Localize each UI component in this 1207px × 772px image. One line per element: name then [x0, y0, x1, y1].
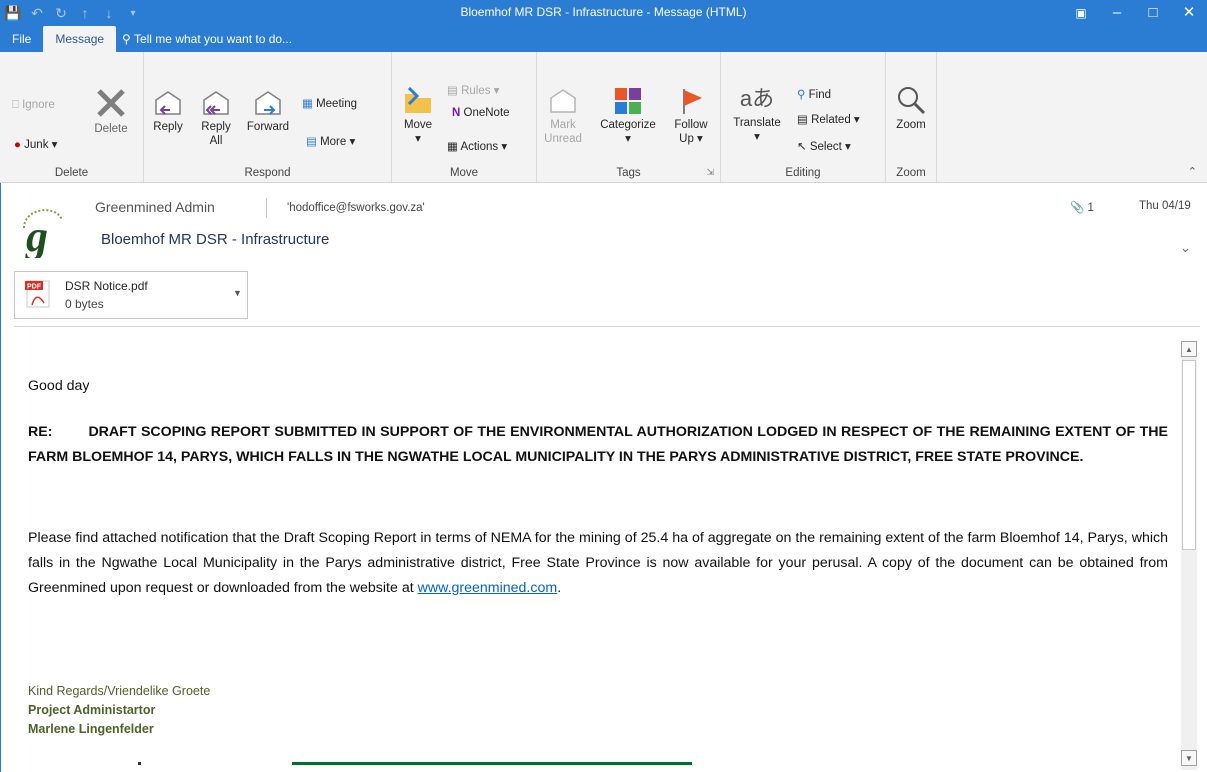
delete-x-icon [97, 89, 125, 117]
meeting-icon: ▦ [302, 98, 313, 110]
reply-all-button[interactable]: Reply All [192, 88, 240, 148]
header-separator [266, 198, 267, 218]
categorize-button[interactable]: Categorize ▾ [593, 86, 663, 146]
mark-unread-button[interactable]: Mark Unread [543, 86, 583, 146]
paperclip-icon: 📎 [1070, 202, 1085, 214]
scroll-down-arrow-icon[interactable]: ▼ [1181, 750, 1197, 766]
group-label-editing: Editing [785, 167, 821, 179]
group-editing: aあ Translate ▾ ⚲ Find ▤ Related ▾ ↖ Selec… [721, 52, 886, 182]
group-label-move: Move [449, 167, 479, 179]
message-date: Thu 04/19 [1139, 200, 1191, 212]
meeting-button[interactable]: ▦ Meeting [302, 97, 357, 111]
find-icon: ⚲ [797, 89, 806, 101]
svg-text:PDF: PDF [27, 284, 42, 291]
attachment-card[interactable]: PDF DSR Notice.pdf 0 bytes ▼ [14, 271, 248, 319]
sender-name[interactable]: Greenmined Admin [95, 199, 215, 215]
tab-file[interactable]: File [0, 26, 43, 52]
rules-icon: ▤ [447, 85, 458, 97]
reply-icon [155, 91, 181, 115]
ribbon-tabs: File Message ⚲ Tell me what you want to … [0, 26, 292, 52]
forward-icon [255, 91, 281, 115]
related-button[interactable]: ▤ Related ▾ [797, 113, 860, 127]
group-respond: Reply Reply All Forward ▦ Meeting ▤ More … [144, 52, 392, 182]
close-button[interactable]: ✕ [1171, 0, 1207, 26]
partial-content-dot [138, 762, 141, 765]
junk-icon: ● [14, 139, 21, 151]
group-zoom: Zoom Zoom [886, 52, 937, 182]
select-button[interactable]: ↖ Select ▾ [797, 140, 851, 154]
reply-all-icon [203, 91, 229, 115]
greeting: Good day [28, 378, 90, 394]
more-respond-button[interactable]: ▤ More ▾ [306, 135, 355, 149]
signature-role: Project Administartor [28, 703, 156, 717]
ignore-icon: ⎕ [12, 99, 19, 111]
related-icon: ▤ [797, 114, 808, 126]
select-cursor-icon: ↖ [797, 141, 807, 153]
delete-button[interactable]: Delete [88, 86, 134, 136]
main-paragraph: Please find attached notification that t… [28, 530, 1168, 596]
junk-button[interactable]: ● Junk ▾ [14, 138, 57, 152]
group-label-zoom: Zoom [896, 167, 926, 179]
group-move: Move ▾ ▤ Rules ▾ N OneNote ▦ Actions ▾ Mo… [392, 52, 537, 182]
group-delete: ⎕ Ignore ● Junk ▾ Delete Delete [0, 52, 144, 182]
recipient-address[interactable]: 'hodoffice@fsworks.gov.za' [287, 202, 425, 214]
group-tags: Mark Unread Categorize ▾ Follow Up ▾ Tags ⇲ [537, 52, 721, 182]
signature: Kind Regards/Vriendelike Groete Project … [28, 682, 210, 739]
group-label-delete: Delete [54, 167, 89, 179]
ribbon-display-options-icon[interactable]: ▣ [1063, 0, 1099, 26]
reading-pane-border [0, 183, 1, 772]
minimize-button[interactable]: – [1099, 0, 1135, 26]
translate-icon: aあ [739, 86, 775, 111]
categorize-icon [615, 88, 641, 114]
website-link[interactable]: www.greenmined.com [418, 580, 558, 596]
find-button[interactable]: ⚲ Find [797, 88, 831, 102]
actions-icon: ▦ [447, 141, 458, 153]
scroll-up-arrow-icon[interactable]: ▲ [1181, 341, 1197, 357]
re-paragraph: RE: DRAFT SCOPING REPORT SUBMITTED IN SUP… [28, 424, 1168, 465]
actions-button[interactable]: ▦ Actions ▾ [447, 140, 507, 154]
signature-name: Marlene Lingenfelder [28, 722, 154, 736]
message-subject: Bloemhof MR DSR - Infrastructure [101, 231, 330, 248]
lightbulb-icon: ⚲ [122, 32, 131, 46]
move-button[interactable]: Move ▾ [396, 86, 440, 146]
collapse-ribbon-icon[interactable]: ⌃ [1188, 165, 1197, 178]
reply-button[interactable]: Reply [148, 88, 188, 134]
ribbon: ⎕ Ignore ● Junk ▾ Delete Delete Reply Re… [0, 52, 1207, 183]
svg-text:g: g [25, 212, 48, 258]
rules-button[interactable]: ▤ Rules ▾ [447, 84, 499, 98]
signature-green-line [292, 762, 692, 765]
move-folder-icon [405, 86, 431, 113]
signature-regards: Kind Regards/Vriendelike Groete [28, 684, 211, 698]
expand-header-icon[interactable]: ⌄ [1180, 240, 1191, 256]
forward-button[interactable]: Forward [242, 88, 294, 134]
group-label-respond: Respond [244, 167, 291, 179]
header-divider [14, 326, 1200, 327]
translate-button[interactable]: aあ Translate ▾ [729, 84, 785, 144]
attachment-count: 📎 1 [1070, 202, 1094, 214]
attachment-size: 0 bytes [65, 297, 104, 311]
tell-me-box[interactable]: ⚲ Tell me what you want to do... [116, 26, 292, 52]
mark-unread-icon [550, 89, 576, 113]
attachment-name: DSR Notice.pdf [65, 279, 148, 293]
pdf-icon: PDF [25, 280, 50, 308]
window-controls: ▣ – □ ✕ [1063, 0, 1207, 26]
more-icon: ▤ [306, 136, 317, 148]
maximize-button[interactable]: □ [1135, 0, 1171, 26]
ignore-button[interactable]: ⎕ Ignore [12, 98, 55, 112]
tab-message[interactable]: Message [43, 26, 117, 52]
dialog-launcher-icon[interactable]: ⇲ [706, 167, 714, 178]
title-bar: 💾 ↶ ↻ ↑ ↓ ▾ Bloemhof MR DSR - Infrastruc… [0, 0, 1207, 52]
magnifier-icon [898, 87, 926, 115]
zoom-button[interactable]: Zoom [890, 84, 932, 132]
attachment-dropdown-icon[interactable]: ▼ [233, 288, 242, 298]
flag-icon [683, 89, 702, 114]
greenmined-logo: g [23, 209, 63, 258]
onenote-button[interactable]: N OneNote [452, 106, 510, 120]
tell-me-text: Tell me what you want to do... [133, 32, 293, 46]
window-title: Bloemhof MR DSR - Infrastructure - Messa… [460, 5, 747, 19]
follow-up-button[interactable]: Follow Up ▾ [669, 86, 713, 146]
scrollbar-thumb[interactable] [1182, 360, 1196, 550]
group-label-tags: Tags [616, 167, 641, 179]
onenote-icon: N [452, 107, 461, 119]
